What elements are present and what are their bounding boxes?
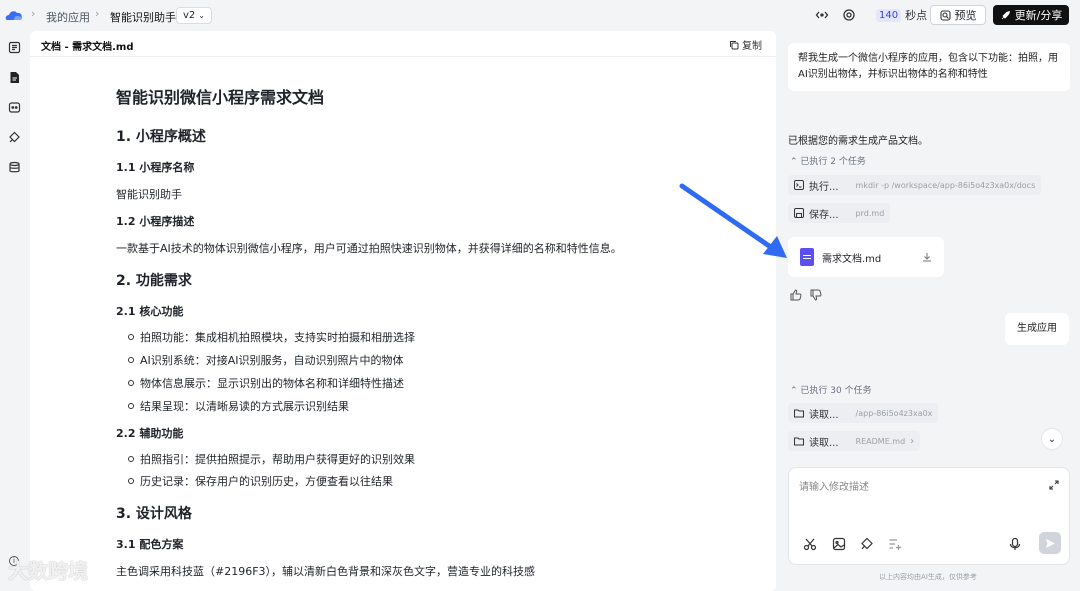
credits-display: 140 秒点 [876, 7, 927, 23]
preview-icon [939, 9, 951, 21]
version-label: v2 [183, 10, 196, 21]
chevron-up-icon: ⌃ [790, 386, 798, 396]
document-title: 智能识别微信小程序需求文档 [116, 88, 325, 107]
microphone-icon[interactable] [1008, 537, 1022, 551]
terminal-icon [794, 180, 804, 190]
task-detail: prd.md [855, 208, 885, 218]
breadcrumb-current-app[interactable]: 智能识别助手 [110, 9, 176, 25]
task-detail: README.md [855, 436, 906, 446]
user-message: 帮我生成一个微信小程序的应用，包含以下功能：拍照，用AI识别出物体，并标识出物体… [788, 43, 1070, 91]
copy-icon [730, 40, 739, 49]
list-item: 物体信息展示：显示识别出的物体名称和详细特性描述 [128, 375, 404, 391]
tasks-count-label: 已执行 2 个任务 [800, 157, 866, 167]
paragraph: 智能识别助手 [116, 188, 182, 201]
bot-reply: 已根据您的需求生成产品文档。 [788, 136, 928, 147]
subsection-heading: 2.2 辅助功能 [116, 427, 184, 440]
send-icon [1045, 538, 1055, 548]
section-heading: 3. 设计风格 [116, 506, 192, 522]
list-item: 结果呈现：以清晰易读的方式展示识别结果 [128, 398, 349, 414]
document-panel: 文档 - 需求文档.md 复制 智能识别微信小程序需求文档 1. 小程序概述 1… [30, 31, 776, 591]
list-item: AI识别系统：对接AI识别服务，自动识别照片中的物体 [128, 352, 404, 368]
subsection-heading: 3.1 配色方案 [116, 538, 184, 551]
paragraph: 一款基于AI技术的物体识别微信小程序，用户可通过拍照快速识别物体，并获得详细的名… [116, 242, 622, 255]
preview-button[interactable]: 预览 [930, 5, 986, 25]
chevron-up-icon: ⌃ [790, 157, 798, 167]
code-icon[interactable] [815, 8, 829, 22]
task-item[interactable]: 读取... README.md › [788, 431, 921, 451]
credits-value: 140 [876, 8, 902, 22]
copy-button[interactable]: 复制 [729, 37, 762, 52]
thumbs-up-icon[interactable] [790, 289, 802, 301]
folder-icon [794, 409, 804, 418]
user-message: 生成应用 [1005, 313, 1069, 345]
preview-label: 预览 [954, 9, 977, 22]
download-icon[interactable] [922, 252, 932, 262]
paragraph: 主色调采用科技蓝（#2196F3），辅以清新白色背景和深灰色文字，营造专业的科技… [116, 565, 536, 578]
task-item[interactable]: 保存... prd.md [788, 203, 891, 223]
ai-disclaimer: 以上内容均由AI生成，仅供参考 [879, 573, 977, 581]
tasks-toggle[interactable]: ⌃ 已执行 2 个任务 [790, 154, 866, 167]
chat-panel: 帮我生成一个微信小程序的应用，包含以下功能：拍照，用AI识别出物体，并标识出物体… [776, 31, 1080, 591]
scroll-down-button[interactable]: ⌄ [1041, 428, 1063, 450]
tasks-toggle[interactable]: ⌃ 已执行 30 个任务 [790, 383, 872, 396]
thumbs-down-icon[interactable] [810, 289, 822, 301]
list-item: 拍照指引：提供拍照提示，帮助用户获得更好的识别效果 [128, 451, 415, 467]
watermark: 大数跨境 [8, 559, 88, 583]
chat-input[interactable] [799, 478, 1039, 518]
document-header: 文档 - 需求文档.md 复制 [30, 31, 776, 57]
task-detail: mkdir -p /workspace/app-86i5o4z3xa0x/doc… [855, 180, 1036, 190]
save-icon [794, 208, 804, 218]
subsection-heading: 2.1 核心功能 [116, 305, 184, 318]
left-nav [0, 31, 30, 591]
plugin-icon[interactable] [860, 537, 874, 551]
breadcrumb-my-apps[interactable]: 我的应用 [46, 9, 90, 25]
task-detail: /app-86i5o4z3xa0x [855, 408, 933, 418]
app-logo-icon[interactable] [5, 8, 23, 22]
version-select[interactable]: v2 ⌄ [176, 7, 212, 24]
file-icon [800, 248, 814, 266]
scissors-icon[interactable] [803, 537, 817, 551]
expand-icon[interactable] [1049, 480, 1059, 490]
chevron-down-icon: ⌄ [1047, 433, 1057, 445]
list-item: 历史记录：保存用户的识别历史，方便查看以往结果 [128, 473, 393, 489]
task-action: 读取... [809, 437, 839, 449]
task-action: 执行... [809, 181, 839, 193]
chevron-down-icon: ⌄ [198, 11, 205, 20]
task-action: 读取... [809, 409, 839, 421]
section-heading: 2. 功能需求 [116, 273, 192, 289]
chevron-right-icon: › [95, 7, 100, 20]
file-name: 需求文档.md [822, 253, 882, 265]
plugin-icon[interactable] [8, 131, 21, 144]
folder-icon [794, 437, 804, 446]
subsection-heading: 1.2 小程序描述 [116, 215, 195, 228]
chevron-right-icon: › [31, 7, 36, 20]
file-card[interactable]: 需求文档.md [788, 237, 944, 277]
credits-unit: 秒点 [905, 9, 928, 22]
chat-input-box [788, 467, 1070, 565]
bot-icon[interactable] [8, 101, 21, 114]
subsection-heading: 1.1 小程序名称 [116, 161, 195, 174]
chevron-right-icon: › [910, 435, 915, 447]
tasks-count-label: 已执行 30 个任务 [800, 386, 872, 396]
task-item[interactable]: 执行... mkdir -p /workspace/app-86i5o4z3xa… [788, 175, 1042, 195]
send-button[interactable] [1039, 532, 1061, 554]
section-heading: 1. 小程序概述 [116, 129, 206, 145]
copy-label: 复制 [742, 41, 762, 52]
database-icon[interactable] [8, 161, 21, 174]
update-share-label: 更新/分享 [1014, 9, 1063, 22]
annotation-arrow-icon [679, 183, 787, 258]
task-item[interactable]: 读取... /app-86i5o4z3xa0x [788, 403, 939, 423]
image-icon[interactable] [832, 537, 846, 551]
list-item: 拍照功能：集成相机拍照模块，支持实时拍摄和相册选择 [128, 329, 415, 345]
document-tab-title: 文档 - 需求文档.md [41, 42, 134, 53]
list-add-icon[interactable] [888, 537, 902, 551]
document-list-icon[interactable] [8, 41, 21, 54]
task-action: 保存... [809, 209, 839, 221]
file-doc-icon[interactable] [8, 71, 21, 84]
top-bar: › 我的应用 › 智能识别助手 v2 ⌄ 140 秒点 预览 更新/分享 [0, 0, 1080, 31]
update-share-button[interactable]: 更新/分享 [993, 5, 1069, 25]
rocket-icon [1001, 10, 1010, 19]
settings-icon[interactable] [842, 8, 856, 22]
